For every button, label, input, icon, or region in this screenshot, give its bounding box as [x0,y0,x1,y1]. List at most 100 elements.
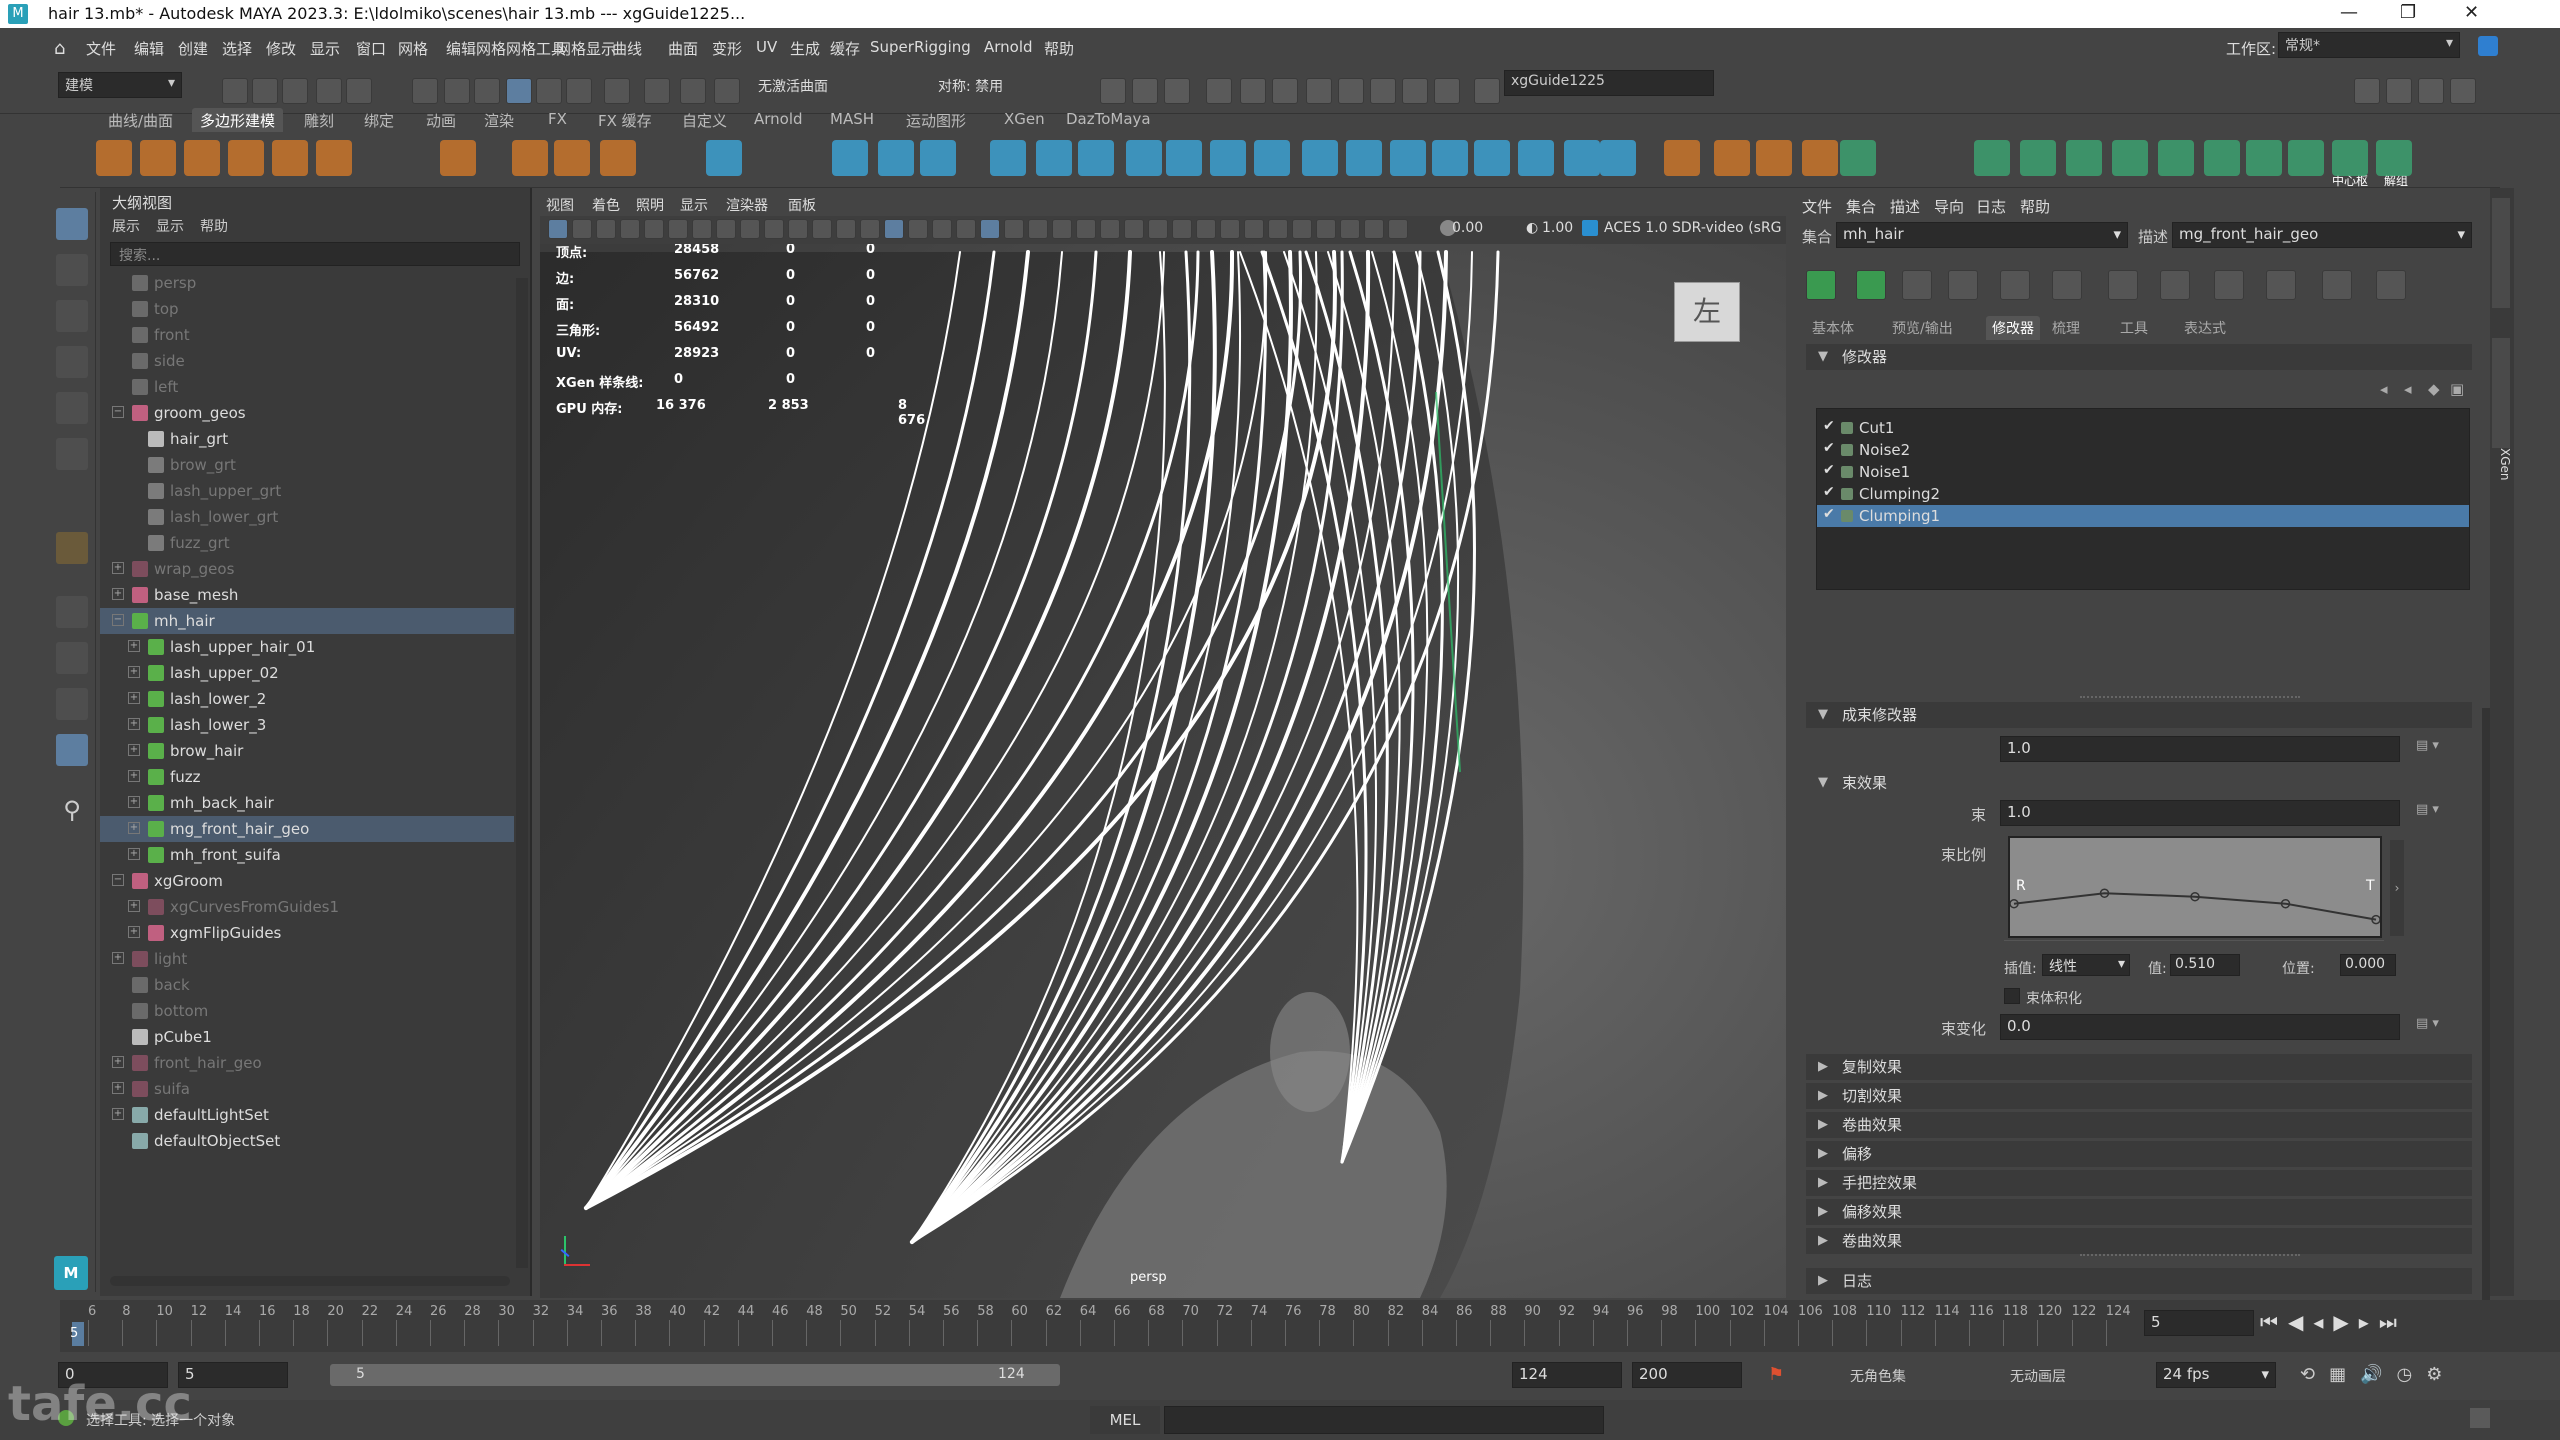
xgen-menu-item[interactable]: 集合 [1846,196,1876,217]
modifier-item[interactable]: ✔ Clumping1 [1817,505,2469,527]
status-tool-icon[interactable] [412,78,438,104]
modifier-item[interactable]: ✔ Noise2 [1817,439,2469,461]
viewport-3d[interactable]: 顶点: 28458 0 0 边: 56762 0 0 面: 28310 0 0 三角形: 56492 0 0 U… [540,192,1786,1298]
workspace-dropdown[interactable]: 常规* ▾ [2278,32,2460,58]
shelf-tab[interactable]: FX 缓存 [590,108,660,133]
shelf-tab[interactable]: 多边形建模 [192,108,284,133]
attr-tab[interactable]: 修改器 [1986,316,2040,340]
shelf-tool-icon[interactable] [878,140,914,176]
outliner-scrollbar[interactable] [516,278,528,1268]
splitter[interactable] [2080,696,2300,698]
minimize-icon[interactable]: — [2340,2,2358,23]
outliner-item[interactable]: + mg_front_hair_geo [100,816,514,842]
clump-field[interactable]: 1.0 [2000,800,2400,826]
xgen-tool-icon[interactable] [1948,270,1978,300]
lasso-tool-icon[interactable] [56,254,88,286]
scale-tool-icon[interactable] [56,438,88,470]
expand-icon[interactable]: + [128,796,140,808]
attr-tab[interactable]: 梳理 [2046,316,2086,340]
shelf-tab[interactable]: Arnold [746,108,811,130]
expand-icon[interactable]: + [112,588,124,600]
viewport-tool-icon[interactable] [836,219,856,239]
xgen-tool-icon[interactable] [2266,270,2296,300]
range-bar[interactable]: 5 124 [330,1364,1060,1386]
viewport-tool-icon[interactable] [1004,219,1024,239]
modifier-item[interactable]: ✔ Noise1 [1817,461,2469,483]
shelf-tool-icon[interactable] [1756,140,1792,176]
search-icon[interactable]: ⚲ [56,796,88,828]
shelf-tool-icon[interactable] [512,140,548,176]
shelf-tool-icon[interactable] [2020,140,2056,176]
viewport-tool-icon[interactable] [1340,219,1360,239]
shelf-tool-icon[interactable] [316,140,352,176]
status-tool-icon[interactable] [474,78,500,104]
outliner-item[interactable]: − groom_geos [100,400,514,426]
outliner-item[interactable]: − mh_hair [100,608,514,634]
modifiers-section-header[interactable]: ▼ 修改器 [1806,344,2472,370]
outliner-item[interactable]: + lash_upper_02 [100,660,514,686]
menu-item[interactable]: 选择 [222,38,252,59]
checkbox-icon[interactable]: ✔ [1823,418,1835,434]
menu-item[interactable]: 显示 [310,38,340,59]
shelf-tool-icon[interactable] [1518,140,1554,176]
viewport-menu-item[interactable]: 显示 [680,195,708,215]
viewport-menu-item[interactable]: 面板 [788,195,816,215]
menu-item[interactable]: 修改 [266,38,296,59]
shelf-tool-icon[interactable] [706,140,742,176]
status-tool-icon[interactable] [566,78,592,104]
log-section[interactable]: ▶ 日志 [1806,1268,2472,1294]
shelf-tool-icon[interactable] [1390,140,1426,176]
panel-toggle-icon[interactable] [2386,78,2412,104]
splitter[interactable] [2080,1254,2300,1256]
viewport-tool-icon[interactable] [1316,219,1336,239]
outliner-item[interactable]: + fuzz [100,764,514,790]
delete-modifier-icon[interactable]: ◆ [2428,380,2440,398]
checkbox-icon[interactable]: ✔ [1823,506,1835,522]
shelf-tool-icon[interactable] [1432,140,1468,176]
expand-icon[interactable]: + [112,1056,124,1068]
viewport-tool-icon[interactable] [788,219,808,239]
modifier-item[interactable]: ✔ Clumping2 [1817,483,2469,505]
viewport-tool-icon[interactable] [668,219,688,239]
viewport-tool-icon[interactable] [1220,219,1240,239]
outliner-item[interactable]: + brow_hair [100,738,514,764]
collapse-icon[interactable]: − [112,406,124,418]
attr-tab[interactable]: 预览/输出 [1886,316,1959,340]
expand-icon[interactable]: + [128,848,140,860]
render-tool-icon[interactable] [1306,78,1332,104]
shelf-tool-icon[interactable] [272,140,308,176]
shelf-tool-icon[interactable] [990,140,1026,176]
shelf-tool-icon[interactable] [1210,140,1246,176]
shelf-tab[interactable]: 渲染 [476,108,522,133]
render-tool-icon[interactable] [1434,78,1460,104]
shelf-tool-icon[interactable] [2376,140,2412,176]
menu-item[interactable]: 缓存 [830,38,860,59]
viewcube[interactable]: 左 [1674,282,1740,342]
shelf-tool-icon[interactable] [2288,140,2324,176]
outliner-menu-show[interactable]: 展示 [112,216,140,236]
render-tool-icon[interactable] [1474,78,1500,104]
status-tool-icon[interactable] [536,78,562,104]
select-tool-icon[interactable] [56,208,88,240]
expand-icon[interactable]: + [128,770,140,782]
outliner-item[interactable]: + front_hair_geo [100,1050,514,1076]
menu-item[interactable]: 网格显示 [556,38,616,59]
viewport-tool-icon[interactable] [596,219,616,239]
mask-field[interactable]: 1.0 [2000,736,2400,762]
shelf-tool-icon[interactable] [1346,140,1382,176]
shelf-tool-icon[interactable] [228,140,264,176]
outliner-item[interactable]: lash_upper_grt [100,478,514,504]
viewport-tool-icon[interactable] [1124,219,1144,239]
shelf-tool-icon[interactable] [1974,140,2010,176]
auto-key-icon[interactable]: ⚑ [1768,1364,1784,1385]
shelf-tool-icon[interactable] [2204,140,2240,176]
close-icon[interactable]: ✕ [2464,2,2479,23]
selection-field[interactable]: xgGuide1225 [1504,70,1714,96]
menu-item[interactable]: Arnold [984,38,1033,56]
outliner-item[interactable]: pCube1 [100,1024,514,1050]
render-tool-icon[interactable] [1100,78,1126,104]
fps-dropdown[interactable]: 24 fps ▾ [2156,1362,2276,1388]
outliner-item[interactable]: front [100,322,514,348]
viewport-tool-icon[interactable] [860,219,880,239]
anim-start-field[interactable]: 5 [178,1362,288,1388]
